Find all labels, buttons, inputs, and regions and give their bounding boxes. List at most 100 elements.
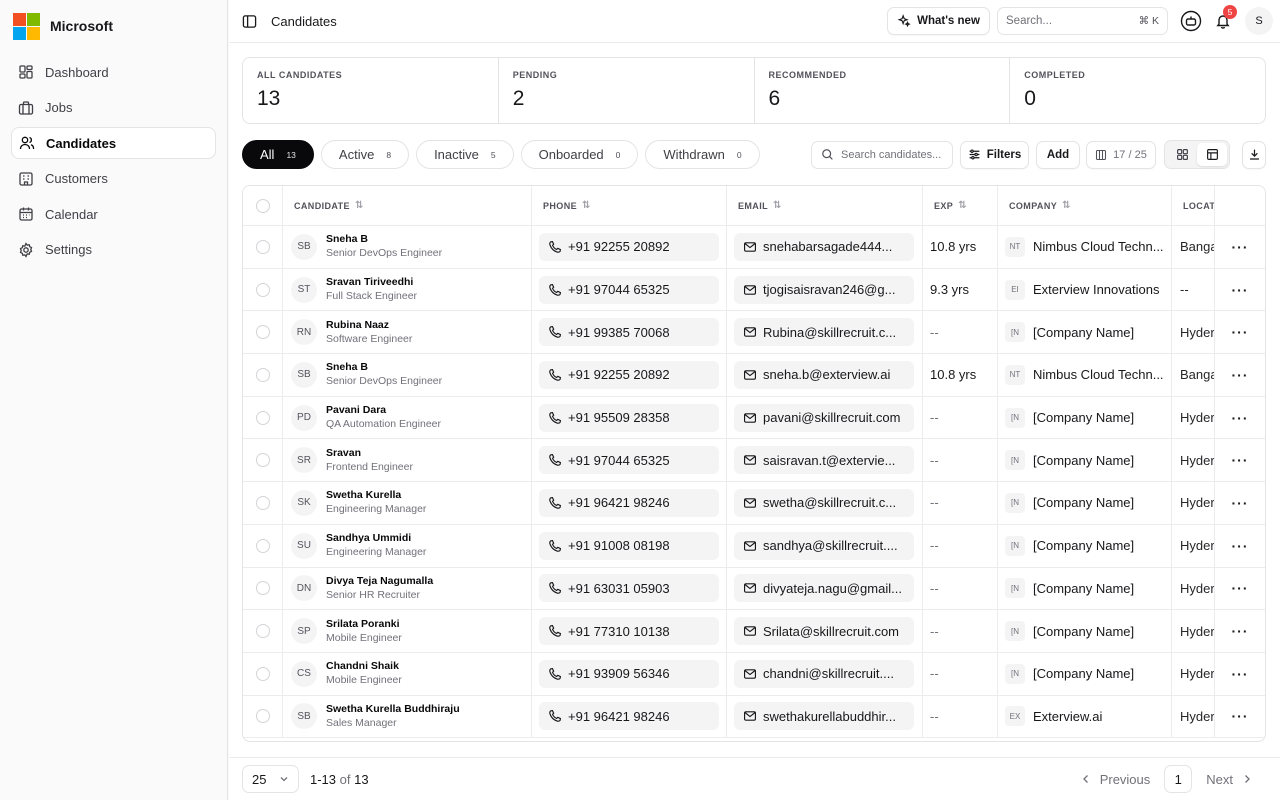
more-options-icon[interactable]: ··· xyxy=(1232,282,1249,298)
next-page-button[interactable]: Next xyxy=(1206,772,1253,787)
phone-pill[interactable]: +91 96421 98246 xyxy=(539,488,719,517)
email-pill[interactable]: snehabarsagade444... xyxy=(734,232,914,261)
select-all-checkbox[interactable] xyxy=(255,198,270,213)
sidebar-item-jobs[interactable]: Jobs xyxy=(11,92,216,124)
more-options-icon[interactable]: ··· xyxy=(1232,452,1249,468)
column-header-exp[interactable]: EXP ⇅ xyxy=(923,186,998,225)
more-options-icon[interactable]: ··· xyxy=(1232,495,1249,511)
sidebar-item-calendar[interactable]: Calendar xyxy=(11,198,216,230)
row-checkbox[interactable] xyxy=(255,367,270,382)
email-pill[interactable]: sandhya@skillrecruit.... xyxy=(734,531,914,560)
more-options-icon[interactable]: ··· xyxy=(1232,239,1249,255)
email-pill[interactable]: pavani@skillrecruit.com xyxy=(734,403,914,432)
phone-pill[interactable]: +91 97044 65325 xyxy=(539,446,719,475)
candidate-cell[interactable]: SB Swetha Kurella Buddhiraju Sales Manager xyxy=(283,695,532,738)
candidate-cell[interactable]: SB Sneha B Senior DevOps Engineer xyxy=(283,354,532,396)
column-header-email[interactable]: EMAIL ⇅ xyxy=(727,186,923,225)
table-view-button[interactable] xyxy=(1197,143,1227,166)
phone-pill[interactable]: +91 92255 20892 xyxy=(539,360,719,389)
sidebar-item-customers[interactable]: Customers xyxy=(11,163,216,195)
email-pill[interactable]: tjogisaisravan246@g... xyxy=(734,275,914,304)
more-options-icon[interactable]: ··· xyxy=(1232,410,1249,426)
column-header-candidate[interactable]: CANDIDATE ⇅ xyxy=(283,186,532,225)
phone-pill[interactable]: +91 97044 65325 xyxy=(539,275,719,304)
more-options-icon[interactable]: ··· xyxy=(1232,538,1249,554)
phone-pill[interactable]: +91 95509 28358 xyxy=(539,403,719,432)
sidebar-toggle-icon[interactable] xyxy=(242,14,257,29)
row-checkbox[interactable] xyxy=(255,282,270,297)
filter-chip-all[interactable]: All 13 xyxy=(242,140,314,169)
download-button[interactable] xyxy=(1242,140,1266,169)
row-checkbox[interactable] xyxy=(255,624,270,639)
candidate-cell[interactable]: RN Rubina Naaz Software Engineer xyxy=(283,311,532,354)
phone-pill[interactable]: +91 91008 08198 xyxy=(539,531,719,560)
more-options-icon[interactable]: ··· xyxy=(1232,708,1249,724)
add-candidate-button[interactable]: Add xyxy=(1036,140,1080,169)
row-checkbox[interactable] xyxy=(255,410,270,425)
table-row[interactable]: SK Swetha Kurella Engineering Manager +91 9… xyxy=(243,482,1265,525)
table-row[interactable]: PD Pavani Dara QA Automation Engineer +91 9… xyxy=(243,396,1265,440)
page-number-current[interactable]: 1 xyxy=(1164,765,1193,793)
table-row[interactable]: RN Rubina Naaz Software Engineer +91 99385 … xyxy=(243,311,1265,355)
table-row[interactable]: DN Divya Teja Nagumalla Senior HR Recruite… xyxy=(243,567,1265,611)
candidate-cell[interactable]: ST Sravan Tiriveedhi Full Stack Engineer xyxy=(283,268,532,311)
assistant-button[interactable] xyxy=(1177,7,1205,35)
table-row[interactable]: SU Sandhya Ummidi Engineering Manager +91 9… xyxy=(243,524,1265,568)
filter-chip-onboarded[interactable]: Onboarded 0 xyxy=(520,140,639,169)
candidate-cell[interactable]: DN Divya Teja Nagumalla Senior HR Recruite… xyxy=(283,567,532,610)
filter-chip-active[interactable]: Active 8 xyxy=(320,140,410,169)
table-row[interactable]: SR Sravan Frontend Engineer +91 97044 65325… xyxy=(243,439,1265,483)
grid-view-button[interactable] xyxy=(1167,143,1197,166)
page-size-select[interactable]: 25 xyxy=(242,765,299,793)
table-row[interactable]: SB Swetha Kurella Buddhiraju Sales Manager… xyxy=(243,695,1265,739)
columns-button[interactable]: 17 / 25 xyxy=(1086,140,1156,169)
row-checkbox[interactable] xyxy=(255,495,270,510)
table-row[interactable]: SB Sneha B Senior DevOps Engineer +91 92255… xyxy=(243,226,1265,269)
whats-new-button[interactable]: What's new xyxy=(887,7,990,35)
email-pill[interactable]: sneha.b@exterview.ai xyxy=(734,360,914,389)
sidebar-item-settings[interactable]: Settings xyxy=(11,234,216,266)
filter-chip-inactive[interactable]: Inactive 5 xyxy=(416,140,514,169)
table-row[interactable]: SB Sneha B Senior DevOps Engineer +91 92255… xyxy=(243,354,1265,397)
phone-pill[interactable]: +91 77310 10138 xyxy=(539,617,719,646)
email-pill[interactable]: swethakurellabuddhir... xyxy=(734,702,914,731)
column-header-phone[interactable]: PHONE ⇅ xyxy=(532,186,727,225)
email-pill[interactable]: saisravan.t@extervie... xyxy=(734,446,914,475)
row-checkbox[interactable] xyxy=(255,666,270,681)
row-checkbox[interactable] xyxy=(255,538,270,553)
phone-pill[interactable]: +91 96421 98246 xyxy=(539,702,719,731)
sidebar-item-dashboard[interactable]: Dashboard xyxy=(11,56,216,88)
candidate-cell[interactable]: PD Pavani Dara QA Automation Engineer xyxy=(283,396,532,439)
email-pill[interactable]: chandni@skillrecruit.... xyxy=(734,659,914,688)
more-options-icon[interactable]: ··· xyxy=(1232,666,1249,682)
candidate-cell[interactable]: SK Swetha Kurella Engineering Manager xyxy=(283,482,532,524)
row-checkbox[interactable] xyxy=(255,453,270,468)
candidate-search-input[interactable]: Search candidates... xyxy=(811,140,953,169)
notifications-button[interactable]: 5 xyxy=(1209,5,1237,35)
candidate-cell[interactable]: SU Sandhya Ummidi Engineering Manager xyxy=(283,524,532,567)
email-pill[interactable]: Srilata@skillrecruit.com xyxy=(734,617,914,646)
email-pill[interactable]: swetha@skillrecruit.c... xyxy=(734,488,914,517)
user-avatar[interactable]: S xyxy=(1245,7,1273,35)
candidate-cell[interactable]: SB Sneha B Senior DevOps Engineer xyxy=(283,226,532,268)
phone-pill[interactable]: +91 93909 56346 xyxy=(539,659,719,688)
previous-page-button[interactable]: Previous xyxy=(1080,772,1150,787)
email-pill[interactable]: Rubina@skillrecruit.c... xyxy=(734,318,914,347)
candidate-cell[interactable]: SP Srilata Poranki Mobile Engineer xyxy=(283,610,532,652)
table-row[interactable]: CS Chandni Shaik Mobile Engineer +91 93909 … xyxy=(243,652,1265,696)
more-options-icon[interactable]: ··· xyxy=(1232,367,1249,383)
global-search-input[interactable]: Search... ⌘ K xyxy=(997,7,1168,35)
sidebar-item-candidates[interactable]: Candidates xyxy=(11,127,216,159)
phone-pill[interactable]: +91 99385 70068 xyxy=(539,318,719,347)
more-options-icon[interactable]: ··· xyxy=(1232,623,1249,639)
column-header-company[interactable]: COMPANY ⇅ xyxy=(998,186,1172,225)
filters-button[interactable]: Filters xyxy=(960,140,1029,169)
filter-chip-withdrawn[interactable]: Withdrawn 0 xyxy=(645,140,760,169)
row-checkbox[interactable] xyxy=(255,581,270,596)
row-checkbox[interactable] xyxy=(255,239,270,254)
column-header-location[interactable]: LOCAT xyxy=(1172,186,1215,225)
candidate-cell[interactable]: SR Sravan Frontend Engineer xyxy=(283,439,532,482)
table-row[interactable]: ST Sravan Tiriveedhi Full Stack Engineer +9… xyxy=(243,268,1265,312)
email-pill[interactable]: divyateja.nagu@gmail... xyxy=(734,574,914,603)
candidate-cell[interactable]: CS Chandni Shaik Mobile Engineer xyxy=(283,652,532,695)
